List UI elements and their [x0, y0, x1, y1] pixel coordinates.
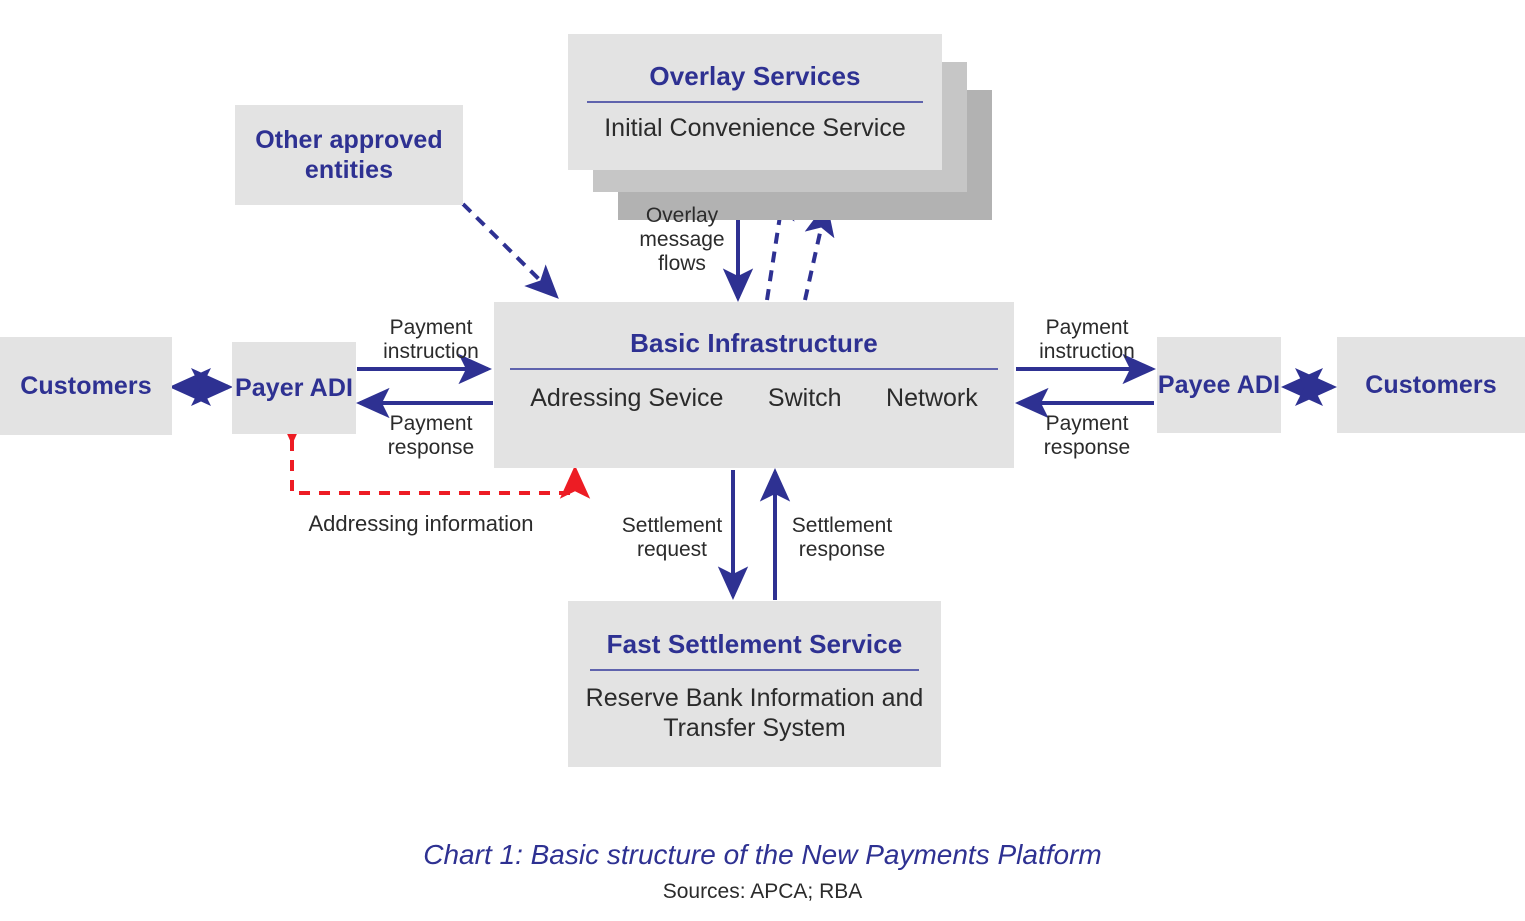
overlay-services-group: Overlay Services Initial Convenience Ser… — [568, 34, 992, 220]
node-overlay-services[interactable]: Overlay Services Initial Convenience Ser… — [568, 34, 942, 170]
label-payment-response-right: Payment response — [1043, 412, 1131, 460]
node-payer-adi[interactable]: Payer ADI — [232, 342, 356, 434]
customers-right-label: Customers — [1365, 370, 1497, 399]
node-fast-settlement-service[interactable]: Fast Settlement Service Reserve Bank Inf… — [568, 601, 941, 767]
label-settlement-request: Settlement request — [621, 514, 723, 562]
overlay-services-subtitle: Initial Convenience Service — [604, 113, 906, 142]
label-payment-instruction-right: Payment instruction — [1039, 316, 1135, 364]
payer-adi-label: Payer ADI — [234, 373, 354, 402]
node-payee-adi[interactable]: Payee ADI — [1157, 337, 1281, 433]
edge-other-entities-to-infrastructure — [461, 202, 559, 299]
label-payment-instruction-left: Payment instruction — [383, 316, 479, 364]
label-overlay-message-flows: Overlay message flows — [639, 204, 725, 276]
service-network[interactable]: Network — [886, 384, 978, 414]
other-entities-label: Other approved entities — [255, 125, 443, 185]
basic-infrastructure-title: Basic Infrastructure — [630, 328, 878, 358]
service-addressing-service[interactable]: Adressing Sevice — [530, 384, 723, 414]
chart-caption: Chart 1: Basic structure of the New Paym… — [0, 838, 1525, 904]
chart-caption-title: Chart 1: Basic structure of the New Paym… — [423, 839, 1102, 870]
diagram-canvas: Basic Infrastructure (dashed) --> Custom… — [0, 0, 1525, 921]
node-basic-infrastructure[interactable]: Basic Infrastructure Adressing Sevice Sw… — [494, 302, 1014, 468]
edge-overlay-return-2 — [803, 202, 835, 301]
customers-left-label: Customers — [20, 371, 152, 400]
service-switch[interactable]: Switch — [768, 384, 842, 414]
label-settlement-response: Settlement response — [791, 514, 893, 562]
node-customers-right[interactable]: Customers — [1337, 337, 1525, 433]
fast-settlement-subtitle: Reserve Bank Information and Transfer Sy… — [585, 683, 924, 742]
overlay-services-title: Overlay Services — [649, 61, 861, 92]
label-addressing-information: Addressing information — [308, 511, 534, 536]
payee-adi-label: Payee ADI — [1157, 370, 1281, 399]
overlay-services-divider — [586, 100, 924, 103]
fast-settlement-title: Fast Settlement Service — [606, 629, 903, 659]
label-payment-response-left: Payment response — [387, 412, 475, 460]
chart-caption-sources: Sources: APCA; RBA — [662, 879, 863, 903]
basic-infrastructure-services: Adressing Sevice Switch Network — [494, 384, 1014, 414]
node-customers-left[interactable]: Customers — [0, 337, 172, 435]
fast-settlement-divider — [590, 668, 919, 671]
node-other-approved-entities[interactable]: Other approved entities — [235, 105, 463, 205]
basic-infrastructure-divider — [509, 367, 999, 370]
